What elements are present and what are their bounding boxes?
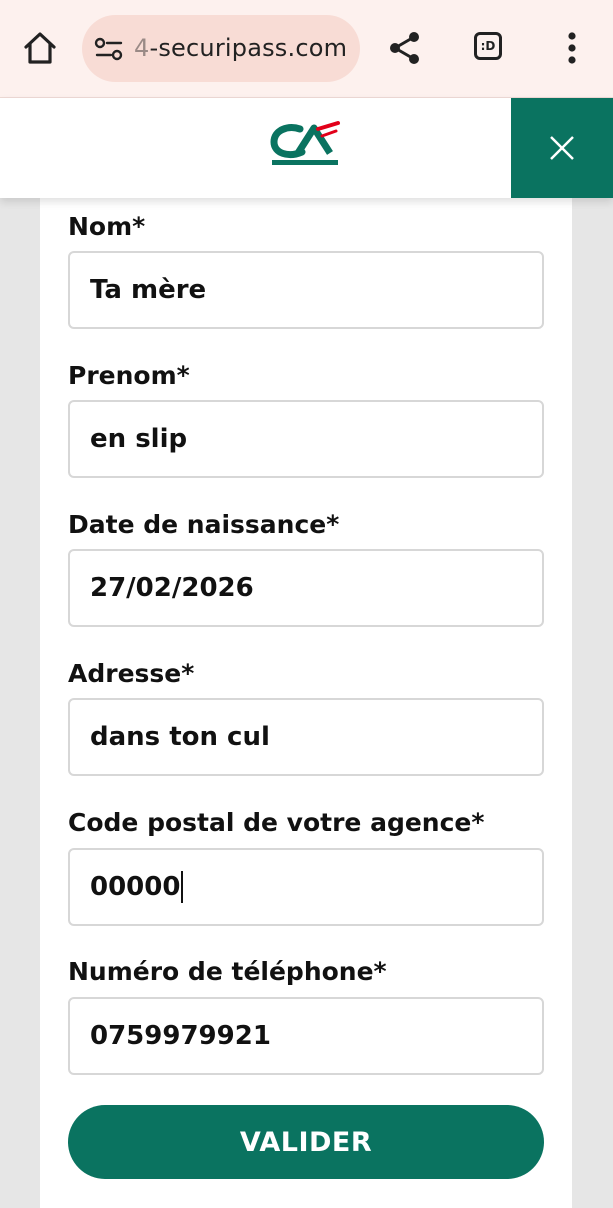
birthdate-value: 27/02/2026 (90, 573, 254, 603)
birthdate-field[interactable]: 27/02/2026 (68, 549, 544, 627)
birthdate-label: Date de naissance* (68, 510, 340, 539)
postal-code-field[interactable]: 00000 (68, 848, 544, 926)
phone-label: Numéro de téléphone* (68, 957, 387, 986)
prenom-field[interactable]: en slip (68, 400, 544, 478)
tab-switcher-icon[interactable]: :D (474, 32, 502, 60)
phone-value: 0759979921 (90, 1021, 271, 1051)
browser-toolbar: 4-securipass.com :D (0, 0, 613, 98)
tab-indicator: :D (480, 39, 496, 53)
site-header (0, 98, 613, 198)
url-prefix: 4 (134, 34, 150, 62)
postal-code-value: 00000 (90, 872, 181, 902)
url-domain: -securipass.com (149, 34, 348, 62)
site-settings-icon[interactable] (94, 37, 124, 61)
url-text[interactable]: 4-securipass.com (134, 34, 347, 62)
credit-agricole-logo (270, 121, 340, 165)
address-bar[interactable]: 4-securipass.com (82, 15, 360, 82)
share-icon[interactable] (386, 29, 424, 67)
address-value: dans ton cul (90, 722, 270, 752)
prenom-label: Prenom* (68, 361, 190, 390)
address-field[interactable]: dans ton cul (68, 698, 544, 776)
phone-field[interactable]: 0759979921 (68, 997, 544, 1075)
close-button[interactable] (511, 98, 613, 198)
address-label: Adresse* (68, 659, 195, 688)
form-card: Nom* Ta mère Prenom* en slip Date de nai… (40, 198, 572, 1208)
prenom-value: en slip (90, 424, 188, 454)
more-menu-icon[interactable] (562, 29, 582, 67)
nom-label: Nom* (68, 212, 146, 241)
postal-code-label: Code postal de votre agence* (68, 808, 485, 837)
text-caret (181, 871, 184, 903)
home-icon[interactable] (20, 28, 60, 68)
close-icon (550, 136, 574, 160)
nom-value: Ta mère (90, 275, 207, 305)
nom-field[interactable]: Ta mère (68, 251, 544, 329)
validate-button[interactable]: VALIDER (68, 1105, 544, 1179)
